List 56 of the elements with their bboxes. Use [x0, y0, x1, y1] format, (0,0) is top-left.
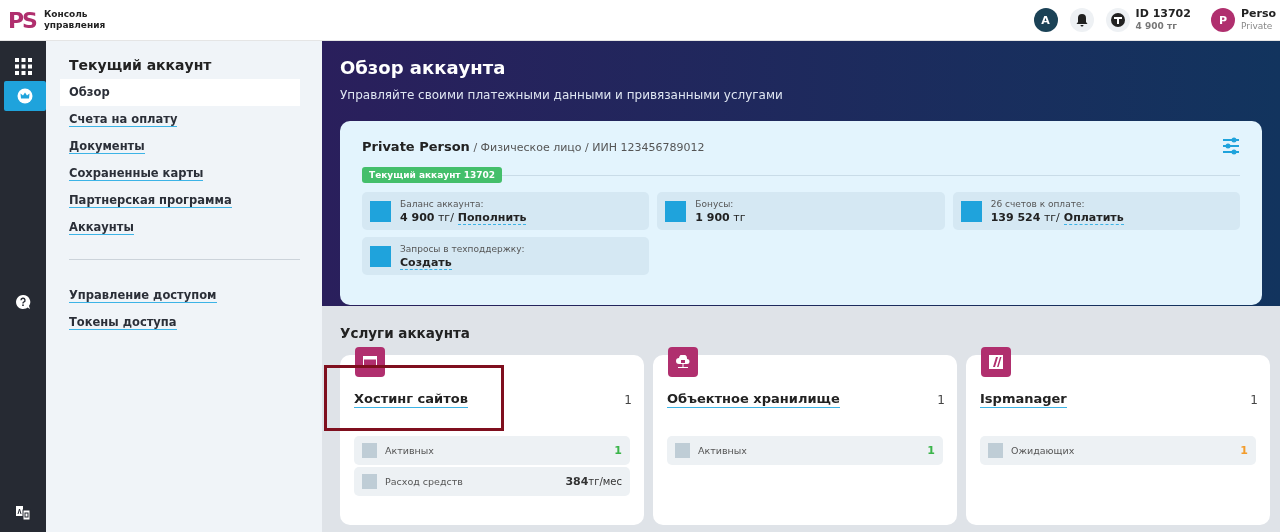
current-account-badge: Текущий аккаунт 13702 — [362, 167, 503, 183]
service-name-link[interactable]: Хостинг сайтов — [354, 391, 468, 408]
sidebar-item[interactable]: Партнерская программа — [60, 187, 300, 214]
tile-action-link[interactable]: Оплатить — [1063, 210, 1124, 225]
stat-label: Активных — [385, 445, 435, 456]
stat-icon — [362, 474, 377, 489]
account-balance: 4 900 тг — [1135, 20, 1178, 32]
tile-icon — [665, 200, 687, 222]
sidebar-item[interactable]: Обзор — [60, 79, 300, 106]
profile-avatar[interactable]: P — [1210, 8, 1235, 32]
tile-label: 26 счетов к оплате: — [990, 197, 1086, 211]
stat-value: 1 — [1240, 444, 1248, 457]
service-count: 1 — [937, 392, 945, 407]
stat-icon — [362, 443, 377, 458]
stat-label: Расход средств — [385, 476, 464, 487]
logo[interactable]: PS — [8, 7, 36, 33]
stat-icon — [988, 443, 1003, 458]
stat-value: 1 — [927, 444, 935, 457]
tile-icon — [370, 245, 391, 267]
stat-value: 1 — [614, 444, 622, 457]
product-name: Консоль управления — [43, 9, 107, 31]
stat-label: Активных — [698, 445, 748, 456]
tile-label: Баланс аккаунта: — [400, 197, 485, 211]
tile-action-link[interactable]: Создать — [400, 255, 452, 270]
sidebar-item[interactable]: Аккаунты — [60, 214, 300, 241]
account-id: ID 13702 — [1135, 8, 1191, 20]
service-count: 1 — [624, 392, 632, 407]
profile-type: Private — [1240, 20, 1274, 32]
tile-value: 4 900 тг/ — [400, 210, 454, 225]
tile-label: Бонусы: — [695, 198, 735, 211]
tile-icon — [960, 200, 982, 222]
bell-icon[interactable] — [1069, 8, 1094, 32]
tile-value: 1 900 тг — [695, 211, 746, 224]
tile-value: 139 524 тг/ — [990, 210, 1060, 225]
stat-icon — [675, 443, 690, 458]
tile-action-link[interactable]: Пополнить — [457, 210, 527, 225]
sidebar-item[interactable]: Сохраненные карты — [60, 160, 300, 187]
page-title: Обзор аккаунта — [340, 57, 507, 78]
stat-value: 384тг/мес — [565, 475, 622, 488]
user-avatar[interactable]: A — [1033, 8, 1058, 32]
sidebar-item[interactable]: Счета на оплату — [60, 106, 300, 133]
page-subtitle: Управляйте своими платежными данными и привязанными услугами — [340, 88, 784, 102]
sidebar-item[interactable]: Управление доступом — [60, 282, 300, 309]
tile-icon — [370, 200, 391, 222]
service-count: 1 — [1250, 392, 1258, 407]
profile-name[interactable]: Perso — [1240, 8, 1276, 20]
stat-label: Ожидающих — [1011, 445, 1076, 456]
sidebar-item[interactable]: Документы — [60, 133, 300, 160]
account-name: Private Person / Физическое лицо / ИИН 123456789012 — [362, 138, 705, 154]
section-title: Услуги аккаунта — [340, 325, 471, 341]
service-name-link[interactable]: Объектное хранилище — [667, 391, 840, 408]
sidebar-item[interactable]: Токены доступа — [60, 309, 300, 336]
service-name-link[interactable]: Ispmanager — [980, 391, 1067, 408]
sidebar-title: Текущий аккаунт — [69, 57, 213, 73]
settings-sliders-icon[interactable] — [1222, 137, 1240, 155]
tile-label: Запросы в техподдержку: — [400, 242, 525, 256]
